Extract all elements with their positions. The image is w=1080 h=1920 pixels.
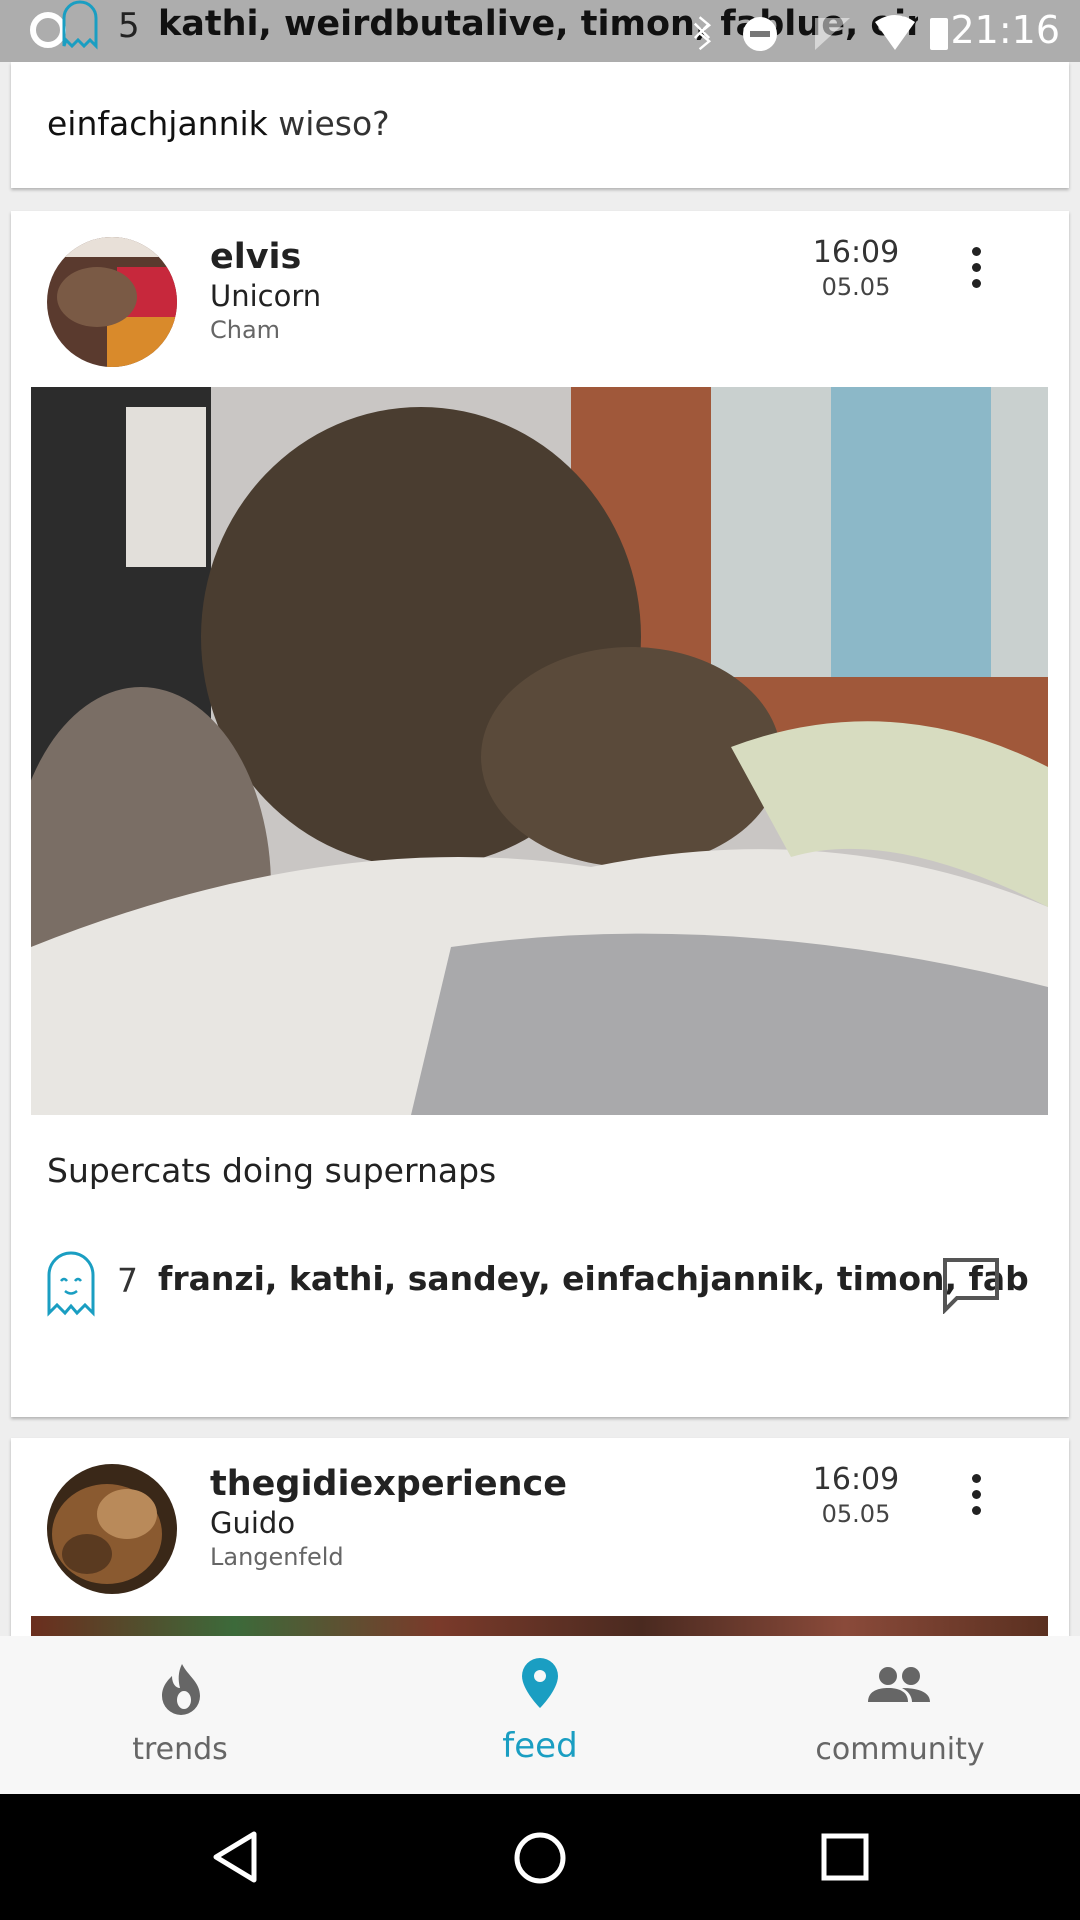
- nav-trends[interactable]: trends: [80, 1636, 280, 1794]
- post-photo[interactable]: [31, 387, 1048, 1115]
- back-icon[interactable]: [210, 1830, 260, 1884]
- more-options-icon[interactable]: [961, 247, 991, 297]
- notification-likes-count: 5: [118, 6, 140, 46]
- comment-author[interactable]: einfachjannik: [47, 104, 268, 143]
- home-icon[interactable]: [512, 1830, 568, 1886]
- location-pin-icon: [522, 1658, 558, 1708]
- post-display-name: Guido: [210, 1506, 296, 1540]
- comment-text: einfachjannik wieso?: [47, 104, 390, 143]
- status-bar: 5 kathi, weirdbutalive, timon, fablue, e…: [0, 0, 1080, 62]
- nav-feed[interactable]: feed: [440, 1636, 640, 1794]
- nav-feed-label: feed: [502, 1726, 578, 1766]
- system-navigation-bar: [0, 1794, 1080, 1920]
- avatar[interactable]: [47, 1464, 177, 1594]
- status-time: 21:16: [950, 8, 1060, 52]
- ghost-like-icon[interactable]: [45, 1251, 97, 1317]
- avatar[interactable]: [47, 237, 177, 367]
- more-options-icon[interactable]: [961, 1474, 991, 1524]
- post-card: elvis Unicorn Cham 16:09 05.05 Supercats…: [11, 211, 1069, 1417]
- nav-trends-label: trends: [132, 1732, 228, 1767]
- ghost-like-icon: [62, 0, 98, 50]
- post-date: 05.05: [821, 273, 891, 301]
- post-time: 16:09: [812, 1462, 900, 1497]
- post-photo[interactable]: [31, 1616, 1048, 1636]
- recents-icon[interactable]: [820, 1832, 870, 1882]
- post-username[interactable]: elvis: [210, 237, 301, 277]
- likes-count: 7: [117, 1261, 138, 1300]
- post-location: Cham: [210, 316, 281, 344]
- post-time: 16:09: [812, 235, 900, 270]
- flame-icon: [162, 1664, 200, 1715]
- comment-body: wieso?: [278, 104, 390, 143]
- nav-community-label: community: [815, 1732, 985, 1767]
- bottom-navigation: trends feed community: [0, 1636, 1080, 1794]
- people-icon: [868, 1667, 930, 1702]
- post-username[interactable]: thegidiexperience: [210, 1464, 567, 1504]
- comment-icon[interactable]: [941, 1256, 1001, 1314]
- post-caption: Supercats doing supernaps: [47, 1151, 497, 1190]
- nav-community[interactable]: community: [800, 1636, 1000, 1794]
- comment-card: einfachjannik wieso?: [11, 62, 1069, 188]
- post-location: Langenfeld: [210, 1543, 344, 1571]
- likers-list[interactable]: franzi, kathi, sandey, einfachjannik, ti…: [158, 1259, 1029, 1298]
- system-status-icons: [693, 15, 948, 51]
- post-date: 05.05: [821, 1500, 891, 1528]
- post-display-name: Unicorn: [210, 279, 322, 313]
